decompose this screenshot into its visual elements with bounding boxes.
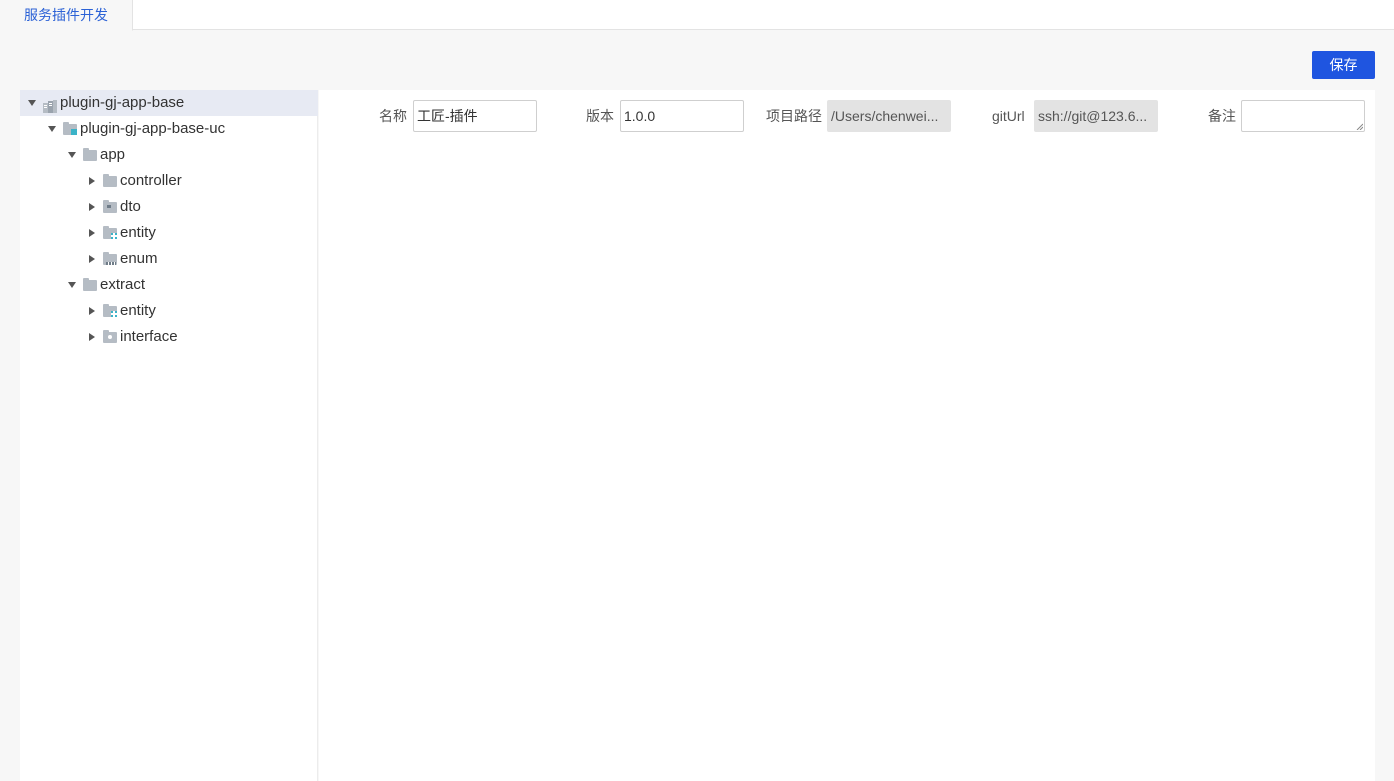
tree-node-label: entity: [120, 302, 156, 319]
tree-node-app[interactable]: app: [20, 142, 318, 168]
git-url-label: gitUrl: [992, 108, 1025, 124]
caret-collapsed-icon[interactable]: [85, 246, 97, 272]
tree-node-dto[interactable]: dto: [20, 194, 318, 220]
tree-node-enum[interactable]: enum: [20, 246, 318, 272]
entity-folder-icon: [103, 304, 117, 317]
caret-collapsed-icon[interactable]: [85, 194, 97, 220]
caret-collapsed-icon[interactable]: [85, 324, 97, 350]
tree-node-plugin-gj-app-base[interactable]: plugin-gj-app-base: [20, 90, 318, 116]
tree-node-label: enum: [120, 250, 158, 267]
tree-node-controller[interactable]: controller: [20, 168, 318, 194]
tab-service-plugin-dev[interactable]: 服务插件开发: [0, 0, 133, 31]
entity-folder-icon: [103, 226, 117, 239]
name-input[interactable]: 工匠-插件: [413, 100, 537, 132]
remark-label: 备注: [1208, 108, 1236, 124]
folder-icon: [83, 278, 97, 291]
project-path-label: 项目路径: [766, 108, 822, 124]
git-url-input[interactable]: ssh://git@123.6...: [1034, 100, 1158, 132]
tree-node-plugin-gj-app-base-uc[interactable]: plugin-gj-app-base-uc: [20, 116, 318, 142]
tab-bar: 服务插件开发: [0, 0, 1394, 31]
tree-node-entity[interactable]: entity: [20, 298, 318, 324]
interface-folder-icon: [103, 330, 117, 343]
caret-expanded-icon[interactable]: [25, 90, 37, 116]
tree-node-label: plugin-gj-app-base: [60, 94, 185, 111]
tree-node-label: plugin-gj-app-base-uc: [80, 120, 226, 137]
name-label: 名称: [379, 108, 407, 124]
tree-node-label: app: [100, 146, 126, 163]
detail-form-panel: [319, 90, 1375, 781]
tree-node-label: entity: [120, 224, 156, 241]
caret-expanded-icon[interactable]: [65, 272, 77, 298]
project-path-input[interactable]: /Users/chenwei...: [827, 100, 951, 132]
tree-node-extract[interactable]: extract: [20, 272, 318, 298]
save-button[interactable]: 保存: [1312, 51, 1375, 79]
caret-collapsed-icon[interactable]: [85, 298, 97, 324]
version-label: 版本: [586, 108, 614, 124]
resize-grip-icon[interactable]: [1356, 123, 1363, 130]
caret-expanded-icon[interactable]: [45, 116, 57, 142]
caret-collapsed-icon[interactable]: [85, 168, 97, 194]
folder-icon: [83, 148, 97, 161]
project-tree: plugin-gj-app-base plugin-gj-app-base-uc…: [20, 90, 318, 781]
dto-folder-icon: [103, 200, 117, 213]
caret-collapsed-icon[interactable]: [85, 220, 97, 246]
caret-expanded-icon[interactable]: [65, 142, 77, 168]
tree-node-label: extract: [100, 276, 146, 293]
version-input[interactable]: 1.0.0: [620, 100, 744, 132]
tree-node-label: controller: [120, 172, 182, 189]
project-icon: [43, 96, 57, 113]
enum-folder-icon: [103, 252, 117, 265]
tree-node-interface[interactable]: interface: [20, 324, 318, 350]
tree-node-label: interface: [120, 328, 178, 345]
remark-textarea[interactable]: [1241, 100, 1365, 132]
tree-node-entity[interactable]: entity: [20, 220, 318, 246]
folder-icon: [103, 174, 117, 187]
module-icon: [63, 122, 77, 135]
tree-node-label: dto: [120, 198, 141, 215]
